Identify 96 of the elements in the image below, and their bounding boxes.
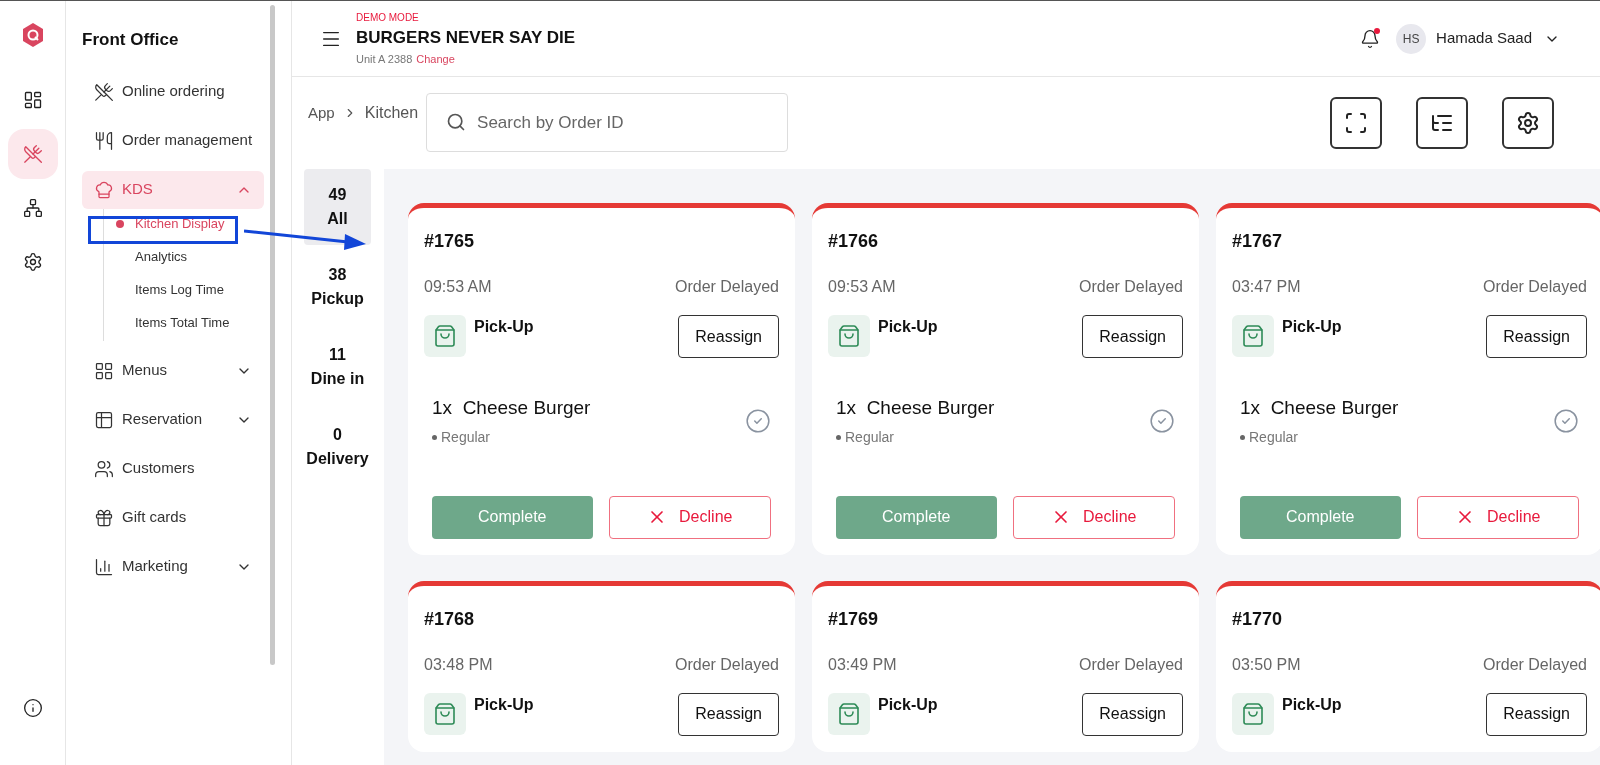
check-circle-icon[interactable] — [1149, 407, 1175, 434]
nav-item[interactable]: Customers — [82, 449, 265, 488]
change-link[interactable]: Change — [416, 50, 455, 67]
check-circle-icon[interactable] — [745, 407, 771, 434]
fullscreen-button[interactable] — [1330, 97, 1382, 149]
reassign-button[interactable]: Reassign — [1486, 692, 1587, 736]
settings-icon — [1516, 111, 1540, 135]
order-time: 03:50 PM — [1232, 654, 1301, 675]
item-option: Regular — [441, 426, 491, 448]
decline-button[interactable]: Decline — [1012, 495, 1175, 539]
filter-tab[interactable]: 38 Pickup — [304, 249, 371, 325]
order-number: #1769 — [828, 607, 879, 631]
order-type: Pick-Up — [474, 317, 534, 337]
filter-tab[interactable]: 0 Delivery — [304, 409, 371, 485]
shopping-bag-icon — [424, 692, 466, 735]
order-type: Pick-Up — [878, 317, 938, 337]
order-status: Order Delayed — [674, 277, 779, 297]
sidebar-title: Front Office — [82, 29, 179, 51]
notification-bell-icon[interactable] — [1360, 28, 1381, 49]
search-icon — [446, 112, 467, 132]
restaurant-name: BURGERS NEVER SAY DIE — [356, 27, 576, 49]
nav-item[interactable]: Gift cards — [82, 498, 265, 537]
info-icon — [22, 698, 43, 718]
hierarchy-icon — [22, 198, 43, 218]
order-time: 03:49 PM — [828, 654, 897, 675]
user-name: Hamada Saad — [1436, 28, 1532, 49]
subnav-item[interactable]: Analytics — [104, 245, 265, 269]
avatar[interactable]: HS — [1396, 23, 1427, 54]
breadcrumb-current: Kitchen — [364, 103, 419, 123]
order-time: 09:53 AM — [828, 277, 896, 297]
nav-item[interactable]: KDS — [82, 170, 265, 209]
order-type: Pick-Up — [1282, 317, 1342, 337]
fullscreen-icon — [1344, 111, 1368, 135]
shopping-bag-icon — [828, 692, 870, 735]
order-number: #1766 — [828, 230, 879, 253]
subnav-item[interactable]: Kitchen Display — [104, 212, 265, 236]
subnav-item[interactable]: Items Total Time — [104, 311, 265, 335]
decline-button[interactable]: Decline — [1416, 495, 1579, 539]
nav-item[interactable]: Order management — [82, 121, 265, 160]
check-circle-icon[interactable] — [1553, 407, 1579, 434]
shopping-bag-icon — [1232, 692, 1274, 735]
reassign-button[interactable]: Reassign — [678, 315, 779, 358]
subnav-item[interactable]: Items Log Time — [104, 278, 265, 302]
item-name: 1x Cheese Burger — [432, 396, 591, 420]
settings-button[interactable] — [1502, 97, 1554, 149]
order-time: 03:48 PM — [424, 654, 493, 675]
search-field[interactable]: Search by Order ID — [426, 93, 789, 152]
list-view-button[interactable] — [1416, 97, 1468, 149]
order-type: Pick-Up — [1282, 694, 1342, 715]
grid-icon — [94, 360, 114, 381]
order-status: Order Delayed — [1482, 277, 1587, 297]
settings-icon — [22, 252, 43, 272]
nav-item[interactable]: Marketing — [82, 547, 265, 586]
nav-item[interactable]: Reservation — [82, 400, 265, 439]
order-type: Pick-Up — [878, 694, 938, 715]
decline-button[interactable]: Decline — [608, 495, 771, 539]
bar-chart-icon — [94, 556, 114, 577]
order-status: Order Delayed — [674, 654, 779, 675]
order-status: Order Delayed — [1078, 277, 1183, 297]
chef-hat-icon — [94, 179, 114, 200]
item-name: 1x Cheese Burger — [836, 396, 995, 420]
nav-item[interactable]: Menus — [82, 351, 265, 390]
scrollbar[interactable] — [270, 5, 275, 665]
reassign-button[interactable]: Reassign — [1082, 692, 1183, 736]
shopping-bag-icon — [424, 315, 466, 357]
utensils-icon — [94, 130, 114, 151]
order-number: #1765 — [424, 230, 475, 253]
reassign-button[interactable]: Reassign — [1082, 315, 1183, 358]
gift-icon — [94, 507, 114, 528]
item-name: 1x Cheese Burger — [1240, 396, 1399, 420]
shopping-bag-icon — [1232, 315, 1274, 357]
dashboard-icon — [22, 90, 43, 110]
table-icon — [94, 409, 114, 430]
fork-knife-icon — [94, 81, 114, 102]
reassign-button[interactable]: Reassign — [678, 692, 779, 736]
order-type: Pick-Up — [474, 694, 534, 715]
filter-tab[interactable]: 11 Dine in — [304, 329, 371, 405]
nav-item[interactable]: Online ordering — [82, 72, 265, 111]
mode-label: DEMO MODE — [356, 11, 420, 25]
order-number: #1767 — [1232, 230, 1283, 253]
shopping-bag-icon — [828, 315, 870, 357]
breadcrumb-link[interactable]: App — [308, 101, 335, 125]
order-time: 03:47 PM — [1232, 277, 1301, 297]
order-status: Order Delayed — [1078, 654, 1183, 675]
order-time: 09:53 AM — [424, 277, 492, 297]
item-option: Regular — [1249, 426, 1299, 448]
order-number: #1768 — [424, 607, 475, 631]
order-number: #1770 — [1232, 607, 1283, 631]
order-status: Order Delayed — [1482, 654, 1587, 675]
filter-tab[interactable]: 49 All — [304, 169, 371, 245]
fork-knife-icon — [22, 144, 43, 164]
users-icon — [94, 458, 114, 479]
unit-label: Unit A 2388 — [356, 51, 413, 67]
reassign-button[interactable]: Reassign — [1486, 315, 1587, 358]
logo-icon — [21, 23, 44, 47]
item-option: Regular — [845, 426, 895, 448]
